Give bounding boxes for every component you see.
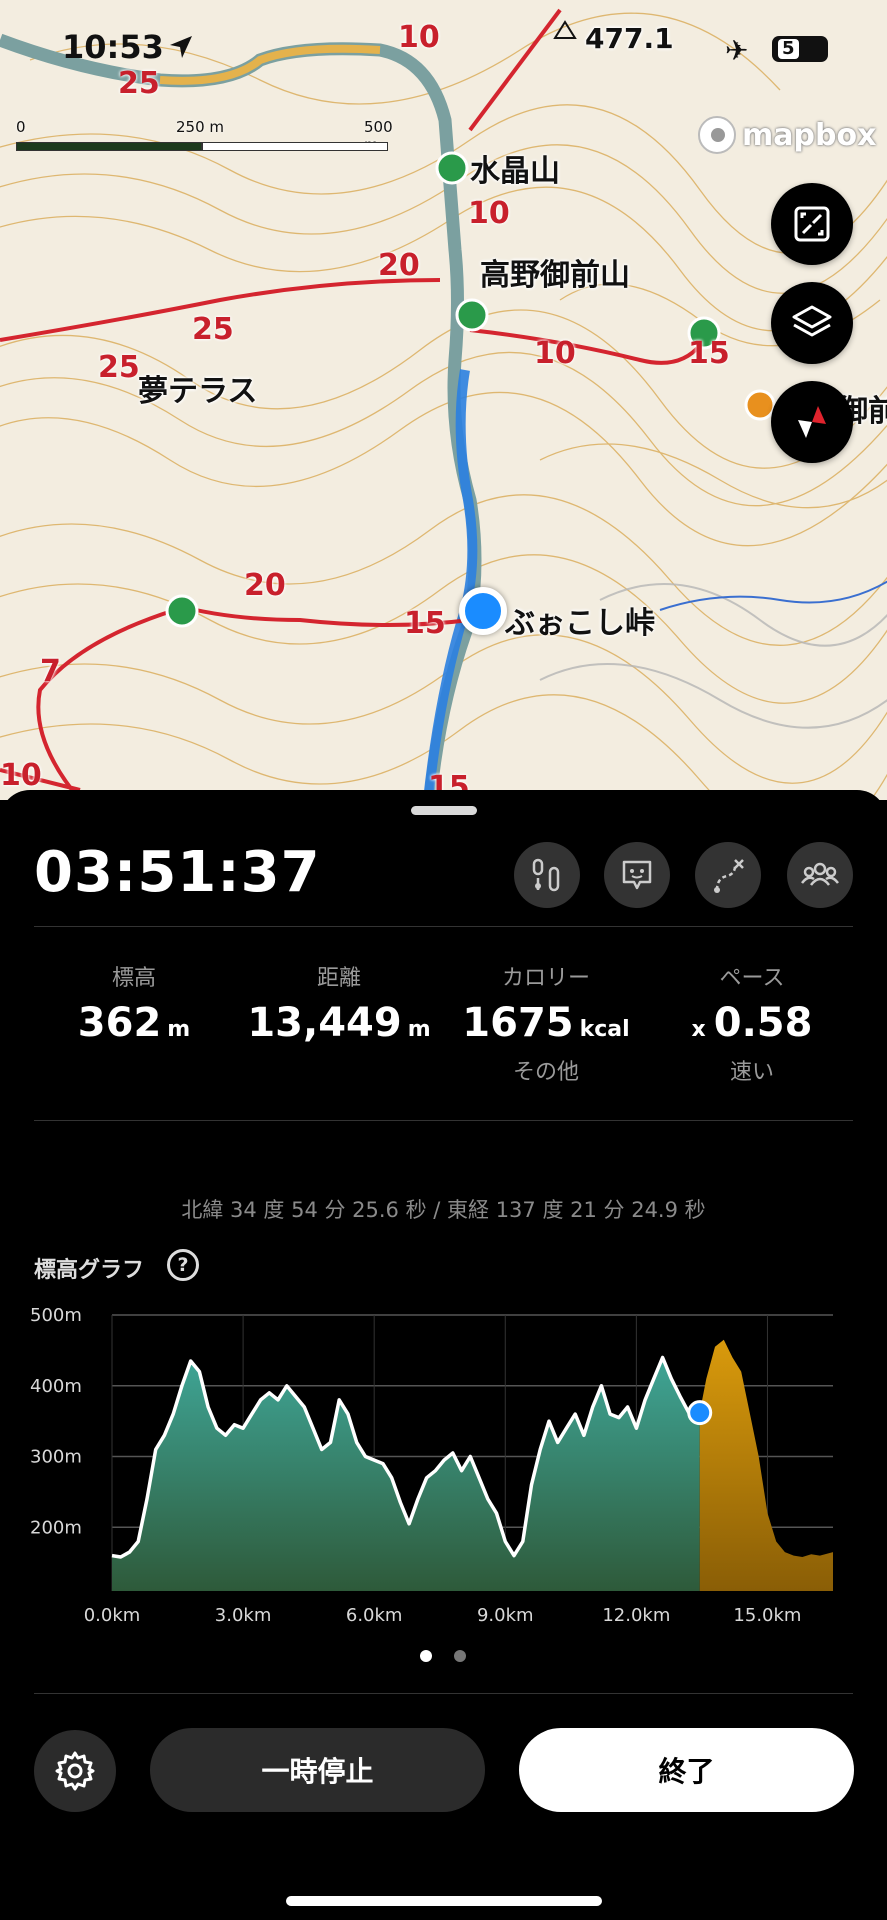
stat-number: 362 [77,1000,162,1046]
location-arrow-icon [170,36,192,58]
page-dot[interactable] [454,1650,466,1662]
stat-prefix: x [691,1017,706,1042]
trail-time-label: 20 [378,248,420,283]
chat-button[interactable] [604,842,670,908]
stat-label: ペース [719,966,785,991]
trail-time-label: 15 [688,336,730,371]
stat-elevation: 標高 362 m [34,960,234,1046]
scale-label-250: 250 m [176,118,225,136]
current-position-dot [687,1400,713,1426]
stat-unit: m [407,1017,431,1042]
mapbox-logo-text: mapbox [742,117,877,153]
battery-level: 5 [778,39,799,59]
trail-time-label: 15 [404,606,446,641]
compass-icon [798,406,826,438]
status-time: 10:53 [62,28,164,66]
y-tick-label: 300m [30,1447,82,1468]
map-layers-button[interactable] [771,282,853,364]
status-bar: 10:53 ✈ 5 [0,28,887,72]
y-tick-label: 400m [30,1376,82,1397]
stat-number: 13,449 [247,1000,402,1046]
route-off-button[interactable] [695,842,761,908]
route-markers-button[interactable] [514,842,580,908]
place-label: ぶぉこし峠 [505,606,655,641]
x-tick-label: 6.0km [346,1605,403,1626]
scale-bar-dark [16,142,202,151]
trail-time-label: 25 [98,350,140,385]
stat-number: 1675 [462,1000,574,1046]
current-location-marker [459,587,507,635]
pause-button[interactable]: 一時停止 [150,1728,485,1812]
place-label: 夢テラス [138,374,258,409]
stat-sublabel: 速い [729,1060,774,1085]
trail-time-label: 20 [244,568,286,603]
expand-map-button[interactable] [771,183,853,265]
trail-time-label: 25 [192,312,234,347]
activity-sheet: 03:51:37 標高 362 m 距離 13,449 m カロリー 1675 … [0,790,887,1920]
elevation-area-remaining [699,1339,833,1591]
sheet-grabber[interactable] [411,806,477,815]
stat-calories: カロリー 1675 kcal その他 [446,960,646,1086]
x-tick-label: 0.0km [84,1605,141,1626]
end-button[interactable]: 終了 [519,1728,854,1812]
stat-label: 標高 [111,966,156,991]
elapsed-timer: 03:51:37 [34,840,321,905]
elevation-chart: 500m 400m 300m 200m 0.0km 3.0km 6.0km 9.0km 12.0… [30,1305,833,1626]
scale-label-0: 0 [16,118,26,136]
y-tick-label: 200m [30,1517,82,1538]
route-markers-icon [532,858,560,892]
stat-value: 362 m [34,1000,234,1046]
speech-face-icon [622,860,652,890]
trail-time-label: 10 [0,758,42,793]
x-tick-label: 12.0km [602,1605,670,1626]
x-tick-label: 3.0km [215,1605,272,1626]
stat-distance: 距離 13,449 m [239,960,439,1046]
elevation-graph-title: 標高グラフ [34,1258,145,1283]
stat-value: x 0.58 [652,1000,852,1046]
stat-label: 距離 [316,966,361,991]
stat-unit: m [167,1017,191,1042]
help-icon[interactable]: ? [167,1249,199,1281]
coordinates-text: 北緯 34 度 54 分 25.6 秒 / 東経 137 度 21 分 24.9… [181,1198,706,1222]
divider [34,1693,853,1694]
battery-icon: 5 [772,36,828,62]
airplane-icon: ✈ [725,34,749,67]
stat-unit: kcal [579,1017,630,1042]
stat-pace: ペース x 0.58 速い [652,960,852,1086]
group-button[interactable] [787,842,853,908]
x-tick-label: 15.0km [733,1605,801,1626]
trail-time-label: 10 [534,336,576,371]
home-indicator[interactable] [286,1896,602,1906]
mapbox-logo-icon [698,116,736,154]
settings-button[interactable] [34,1730,116,1812]
scale-bar-light [202,142,388,151]
stat-value: 1675 kcal [446,1000,646,1046]
place-label: 高野御前山 [480,258,630,293]
mapbox-logo: mapbox [698,116,876,154]
y-tick-label: 500m [30,1305,82,1326]
stat-label: カロリー [501,966,590,991]
layers-icon [792,305,832,337]
stat-sublabel: その他 [512,1060,579,1085]
place-label: 水晶山 [470,154,560,189]
map-scale: 0 250 m 500 m [16,118,396,154]
compass-button[interactable] [771,381,853,463]
expand-icon [794,206,830,242]
stat-number: 0.58 [713,1000,813,1046]
divider [34,1120,853,1121]
divider [34,926,853,927]
x-tick-label: 9.0km [477,1605,534,1626]
elevation-area-done [112,1357,700,1591]
page-dot-active[interactable] [420,1650,432,1662]
map-view[interactable]: 25 10 10 20 25 25 10 15 20 15 7 10 15 水晶… [0,0,887,800]
trail-time-label: 7 [40,654,61,689]
stat-value: 13,449 m [239,1000,439,1046]
gear-icon [55,1751,95,1791]
stats-row: 標高 362 m 距離 13,449 m カロリー 1675 kcal その他 ペース… [34,960,853,1085]
route-off-icon [714,859,744,893]
trail-time-label: 10 [468,196,510,231]
group-icon [801,862,839,886]
